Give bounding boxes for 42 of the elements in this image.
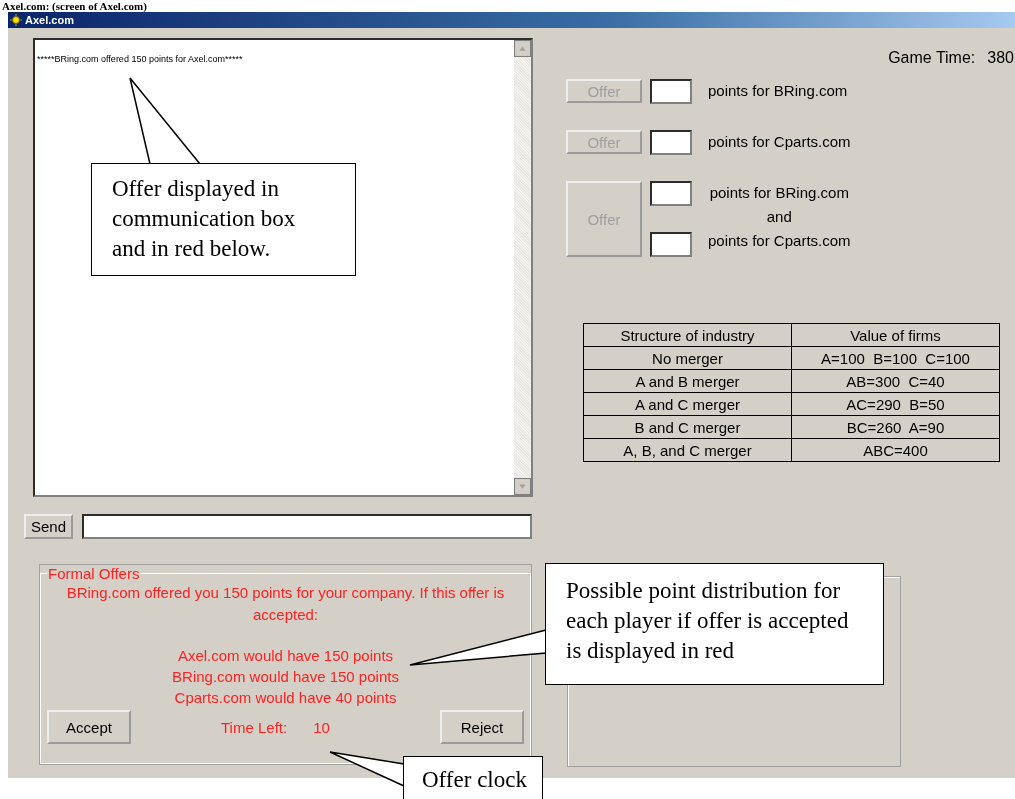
time-left-label: Time Left:: [221, 718, 288, 736]
panel-legend: Formal Offers: [47, 565, 141, 582]
game-time-label: Game Time:: [888, 49, 976, 68]
page-heading: Axel.com: (screen of Axel.com): [1, 0, 148, 12]
scroll-up-icon[interactable]: [514, 40, 531, 57]
table-cell: A, B, and C merger: [583, 438, 792, 462]
table-cell: A=100 B=100 C=100: [791, 346, 1000, 370]
points-input[interactable]: [650, 181, 692, 206]
column-header: Structure of industry: [583, 323, 792, 347]
table-cell: AB=300 C=40: [791, 369, 1000, 393]
outcome-text: Cparts.com would have 40 points: [173, 688, 398, 708]
scroll-down-icon[interactable]: [514, 478, 531, 495]
send-button[interactable]: Send: [24, 514, 73, 539]
reject-button[interactable]: Reject: [440, 710, 524, 744]
table-cell: ABC=400: [791, 438, 1000, 462]
points-label: points for BRing.com: [708, 81, 848, 101]
window-title: Axel.com: [25, 14, 74, 26]
table-cell: A and C merger: [583, 392, 792, 416]
accept-button[interactable]: Accept: [47, 710, 131, 744]
sun-icon: [10, 14, 22, 26]
points-input[interactable]: [650, 79, 692, 104]
table-cell: AC=290 B=50: [791, 392, 1000, 416]
table-cell: A and B merger: [583, 369, 792, 393]
message-input[interactable]: [82, 514, 532, 539]
scrollbar[interactable]: [514, 40, 531, 495]
chat-message: *****BRing.com offered 150 points for Axel.com*****: [37, 54, 244, 64]
outcome-text: BRing.com would have 150 points: [171, 667, 400, 687]
points-label: points for Cparts.com: [708, 231, 851, 251]
time-left-value: 10: [313, 718, 330, 736]
points-label: points for Cparts.com: [708, 132, 851, 152]
table-cell: BC=260 A=90: [791, 415, 1000, 439]
points-input[interactable]: [650, 130, 692, 155]
points-label: points for BRing.com: [709, 183, 849, 203]
column-header: Value of firms: [791, 323, 1000, 347]
table-cell: B and C merger: [583, 415, 792, 439]
offer-message: BRing.com offered you 150 points for your company. If this offer is accepted:: [65, 583, 506, 625]
game-time-value: 380: [987, 49, 1014, 68]
table-cell: No merger: [583, 346, 792, 370]
points-input[interactable]: [650, 232, 692, 257]
callout: Possible point distribution for each player if offer is accepted is displayed in red: [545, 563, 884, 685]
outcome-text: Axel.com would have 150 points: [176, 646, 395, 666]
points-label: and: [766, 207, 792, 227]
